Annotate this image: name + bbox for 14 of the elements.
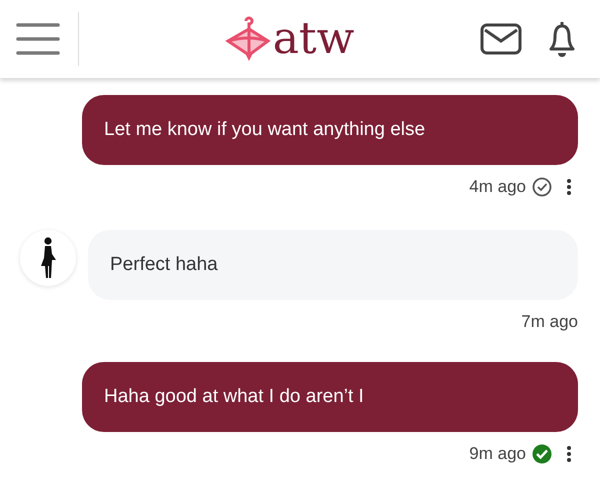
more-icon <box>566 178 572 196</box>
mail-button[interactable] <box>480 23 522 55</box>
message-time: 7m ago <box>521 312 578 332</box>
person-icon <box>39 237 57 279</box>
message-bubble: Haha good at what I do aren’t I <box>82 362 578 432</box>
message-time: 9m ago <box>469 444 526 464</box>
more-icon <box>566 445 572 463</box>
message-bubble: Let me know if you want anything else <box>82 95 578 165</box>
message-time: 4m ago <box>469 177 526 197</box>
message-bubble: Perfect haha <box>88 230 578 300</box>
logo-text: atw <box>272 17 354 61</box>
hanger-icon <box>224 15 271 63</box>
mail-icon <box>480 23 522 55</box>
menu-icon <box>16 22 60 56</box>
